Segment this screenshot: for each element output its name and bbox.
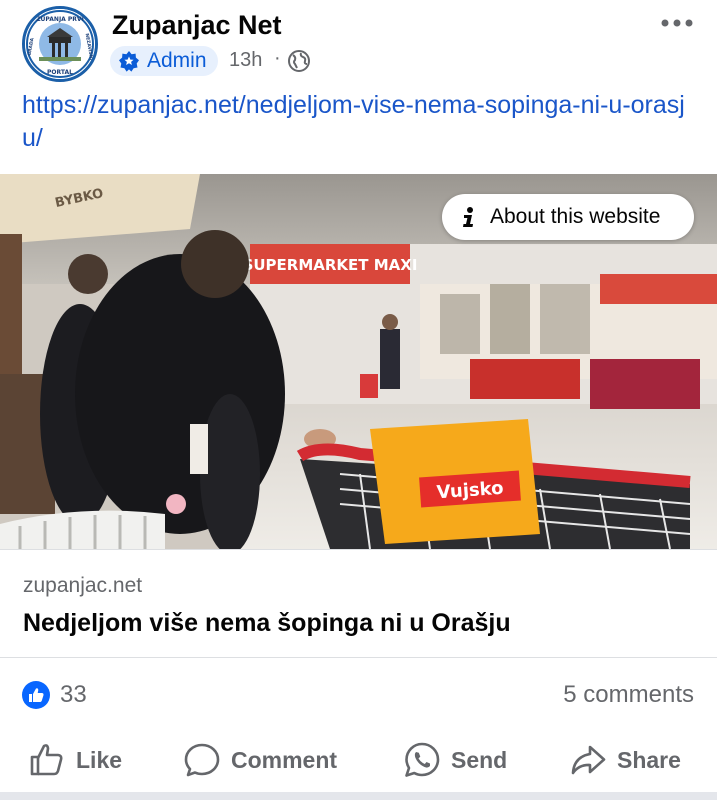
avatar-text-top: ŽUPANJA PRVI [36, 15, 84, 23]
section-divider [0, 658, 717, 659]
link-preview-image[interactable]: SUPERMARKET MAXI BYBKO Vujsko About this… [0, 174, 717, 549]
send-button[interactable]: Send [403, 730, 507, 790]
share-button[interactable]: Share [569, 730, 681, 790]
link-domain: zupanjac.net [23, 574, 143, 597]
comment-icon [184, 743, 220, 777]
whatsapp-icon [405, 742, 440, 777]
share-button-label: Share [617, 746, 681, 773]
page-avatar[interactable]: ŽUPANJA PRVI PORTAL NEZAVISNI GRADA [22, 6, 98, 82]
post-action-bar: Like Comment Send Share [0, 730, 717, 790]
comments-count[interactable]: 5 comments [563, 681, 694, 709]
post-link-text[interactable]: https://zupanjac.net/nedjeljom-vise-nema… [22, 89, 702, 155]
link-headline: Nedjeljom više nema šopinga ni u Orašju [23, 609, 511, 637]
admin-badge: Admin [110, 46, 218, 76]
post-timestamp[interactable]: 13h [229, 49, 262, 72]
bottom-separator [0, 792, 717, 800]
avatar-logo: ŽUPANJA PRVI PORTAL NEZAVISNI GRADA [25, 9, 95, 79]
like-count[interactable]: 33 [60, 681, 87, 709]
page-name[interactable]: Zupanjac Net [112, 10, 282, 41]
about-this-website-label: About this website [490, 205, 661, 228]
post-header: ŽUPANJA PRVI PORTAL NEZAVISNI GRADA Zupa… [0, 0, 717, 84]
meta-separator: · [274, 47, 281, 69]
comment-button-label: Comment [231, 746, 338, 773]
comment-button[interactable]: Comment [183, 730, 337, 790]
like-reaction-icon[interactable] [22, 681, 50, 709]
avatar-text-bottom: PORTAL [47, 69, 73, 76]
info-icon [463, 207, 473, 227]
share-arrow-icon [571, 745, 606, 775]
like-button[interactable]: Like [28, 730, 122, 790]
thumbs-up-icon [30, 744, 63, 776]
link-preview-card[interactable]: zupanjac.net Nedjeljom više nema šopinga… [0, 549, 717, 658]
send-button-label: Send [451, 746, 508, 773]
more-horizontal-icon[interactable] [660, 10, 694, 36]
like-button-label: Like [76, 746, 123, 773]
admin-icon [119, 51, 139, 72]
store-sign-text: SUPERMARKET MAXI [243, 256, 418, 274]
facebook-post: ŽUPANJA PRVI PORTAL NEZAVISNI GRADA Zupa… [0, 0, 717, 800]
admin-badge-label: Admin [147, 49, 207, 72]
about-this-website-button[interactable]: About this website [442, 194, 694, 240]
globe-icon [288, 50, 310, 72]
